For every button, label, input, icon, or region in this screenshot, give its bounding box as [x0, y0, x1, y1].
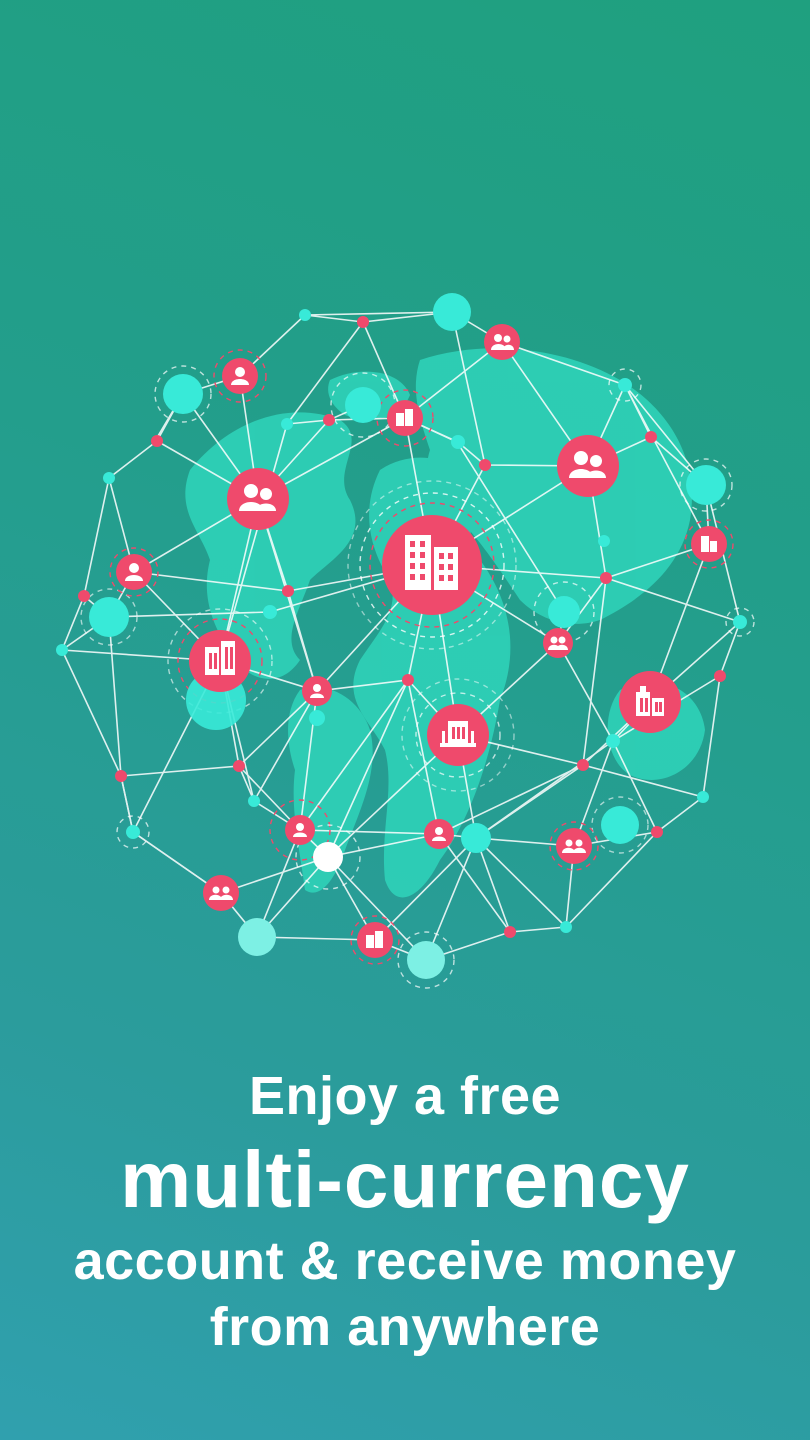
- headline-line-2: multi-currency: [120, 1135, 690, 1224]
- headline: Enjoy a free multi-currency account & re…: [0, 1060, 810, 1360]
- headline-line-1: Enjoy a free: [248, 1066, 562, 1126]
- network-globe-illustration: [56, 293, 755, 989]
- white-node: [313, 842, 343, 872]
- headline-line-4: from anywhere: [209, 1297, 601, 1357]
- headline-line-3: account & receive money: [73, 1231, 737, 1291]
